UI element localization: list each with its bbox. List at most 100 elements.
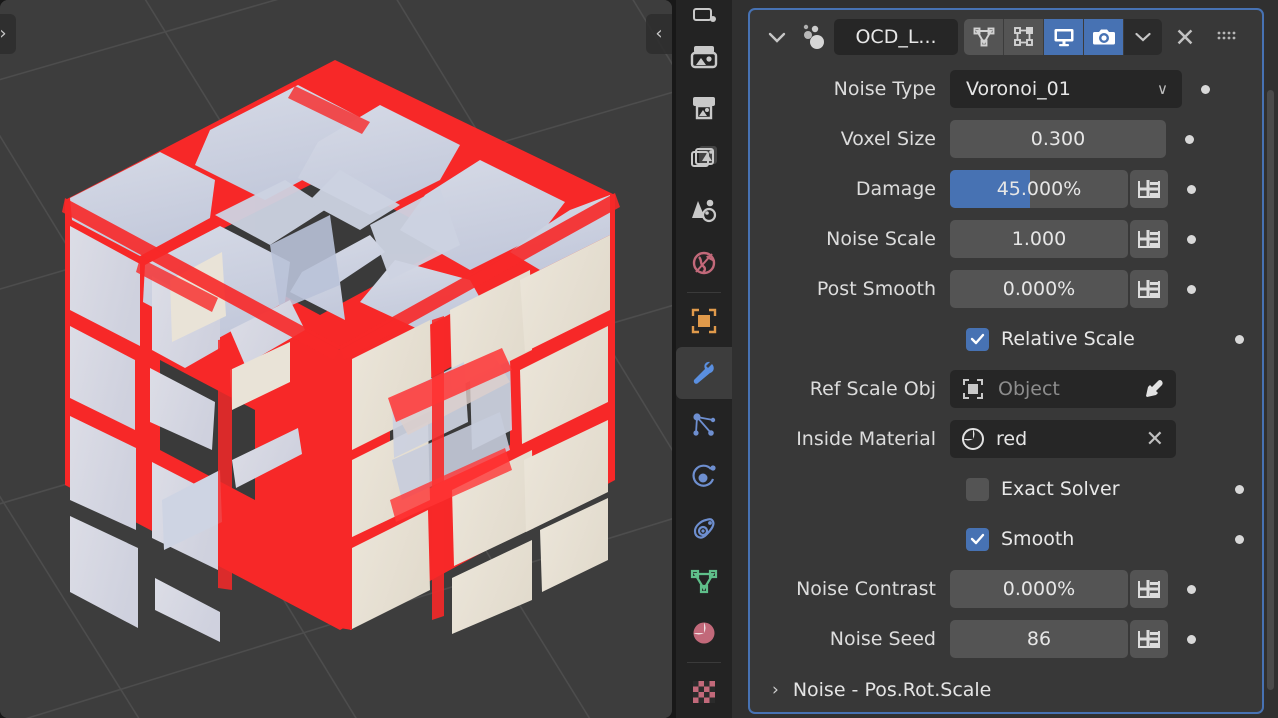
monitor-icon: [1054, 29, 1073, 47]
animate-property-noise-type[interactable]: [1182, 84, 1228, 94]
toggle-edit-mode-display[interactable]: [964, 19, 1004, 55]
relative-scale-label: Relative Scale: [1001, 328, 1135, 350]
noise-contrast-override-icon[interactable]: [1130, 570, 1168, 608]
modifier-panel-header[interactable]: OCD_L... ✕: [750, 10, 1262, 64]
animate-property-voxel-size[interactable]: [1166, 134, 1212, 144]
relative-scale-checkbox[interactable]: [966, 327, 989, 351]
texture-tab[interactable]: [676, 666, 732, 718]
viewport-toolbar-toggle-left[interactable]: ›: [0, 14, 16, 54]
properties-scrollbar[interactable]: [1267, 90, 1274, 690]
damage-override-icon[interactable]: [1130, 170, 1168, 208]
mesh-triangle-icon: [973, 27, 994, 47]
object-tab[interactable]: [676, 296, 732, 348]
noise-seed-override-icon[interactable]: [1130, 620, 1168, 658]
world-tab[interactable]: [676, 237, 732, 289]
tool-icon: [693, 8, 716, 23]
row-post-smooth: Post Smooth 0.000%: [750, 264, 1262, 314]
animate-property-post-smooth[interactable]: [1168, 284, 1214, 294]
animate-property-noise-seed[interactable]: [1168, 634, 1214, 644]
library-override-icon: [1138, 630, 1160, 648]
inside-material-field[interactable]: red ✕: [950, 420, 1176, 458]
inside-material-label: Inside Material: [796, 428, 936, 450]
scene-tab[interactable]: [676, 185, 732, 237]
object-data-tab[interactable]: [676, 555, 732, 607]
animate-property-noise-scale[interactable]: [1168, 234, 1214, 244]
noise-pos-rot-scale-subpanel[interactable]: › Noise - Pos.Rot.Scale: [750, 664, 1262, 712]
noise-type-label: Noise Type: [833, 78, 936, 100]
modifier-tab[interactable]: [676, 347, 732, 400]
check-icon: [970, 333, 985, 345]
chevron-down-icon: [768, 32, 786, 43]
toggle-realtime-display[interactable]: [1044, 19, 1084, 55]
exact-solver-checkbox[interactable]: [966, 477, 989, 501]
noise-scale-input[interactable]: 1.000: [950, 220, 1128, 258]
noise-scale-override-icon[interactable]: [1130, 220, 1168, 258]
animate-property-relative-scale[interactable]: [1216, 334, 1262, 344]
vertex-cage-icon: [1013, 27, 1033, 46]
clear-material-icon[interactable]: ✕: [1146, 427, 1164, 452]
noise-type-value: Voronoi_01: [966, 78, 1071, 100]
modifier-name-field[interactable]: OCD_L...: [834, 19, 958, 55]
properties-editor: OCD_L... ✕ Noise Type Voronoi_01 ∨ Voxel…: [732, 0, 1278, 718]
render-tab[interactable]: [676, 33, 732, 81]
material-sphere-icon: [962, 428, 984, 450]
display-toggle-group[interactable]: [964, 19, 1162, 55]
noise-seed-value: 86: [1026, 628, 1052, 650]
row-damage: Damage 45.000%: [750, 164, 1262, 214]
mesh-data-icon: [690, 570, 718, 594]
images-icon: [691, 145, 717, 167]
chevron-right-icon: ›: [0, 23, 7, 44]
damage-slider[interactable]: 45.000%: [950, 170, 1128, 208]
tool-tab[interactable]: [676, 0, 732, 33]
noise-contrast-value: 0.000%: [1002, 578, 1076, 600]
constraint-icon: [693, 518, 715, 539]
fractured-cube-mesh[interactable]: [40, 30, 640, 670]
library-override-icon: [1138, 180, 1160, 198]
3d-viewport[interactable]: › ‹: [0, 0, 672, 718]
material-sphere-icon: [693, 622, 715, 644]
animate-property-damage[interactable]: [1168, 184, 1214, 194]
noise-contrast-input[interactable]: 0.000%: [950, 570, 1128, 608]
panel-expand-toggle[interactable]: [760, 20, 794, 54]
row-voxel-size: Voxel Size 0.300: [750, 114, 1262, 164]
physics-tab[interactable]: [676, 451, 732, 503]
noise-seed-input[interactable]: 86: [950, 620, 1128, 658]
post-smooth-label: Post Smooth: [816, 278, 936, 300]
particles-tab[interactable]: [676, 399, 732, 451]
remove-modifier-button[interactable]: ✕: [1166, 20, 1204, 54]
toggle-render-display[interactable]: [1084, 19, 1124, 55]
object-square-icon: [691, 309, 717, 334]
ref-scale-obj-placeholder: Object: [998, 378, 1060, 400]
animate-property-smooth[interactable]: [1216, 534, 1262, 544]
constraints-tab[interactable]: [676, 503, 732, 555]
animate-property-exact-solver[interactable]: [1216, 484, 1262, 494]
chevron-down-icon: ∨: [1157, 80, 1168, 98]
noise-type-dropdown[interactable]: Voronoi_01 ∨: [950, 70, 1182, 108]
viewport-sidebar-toggle-right[interactable]: ‹: [646, 14, 672, 54]
camera-back-icon: [690, 45, 718, 68]
row-smooth: Smooth: [750, 514, 1262, 564]
post-smooth-input[interactable]: 0.000%: [950, 270, 1128, 308]
smooth-checkbox[interactable]: [966, 527, 989, 551]
eyedropper-icon[interactable]: [1140, 376, 1166, 407]
ref-scale-obj-label: Ref Scale Obj: [809, 378, 936, 400]
voxel-size-input[interactable]: 0.300: [950, 120, 1166, 158]
voxel-size-label: Voxel Size: [840, 128, 936, 150]
properties-tab-strip[interactable]: [676, 0, 732, 718]
blender-window: › ‹ OCD_L... ✕ Noise Type Voronoi_01 ∨ V…: [0, 0, 1278, 718]
row-ref-scale-obj: Ref Scale Obj Object: [750, 364, 1262, 414]
row-noise-scale: Noise Scale 1.000: [750, 214, 1262, 264]
chevron-left-icon: ‹: [655, 23, 663, 44]
post-smooth-override-icon[interactable]: [1130, 270, 1168, 308]
library-override-icon: [1138, 280, 1160, 298]
ref-scale-obj-field[interactable]: Object: [950, 370, 1176, 408]
modifier-extras-dropdown[interactable]: [1124, 19, 1162, 55]
toggle-cage-display[interactable]: [1004, 19, 1044, 55]
modifier-drag-handle[interactable]: [1210, 20, 1244, 54]
row-inside-material: Inside Material red ✕: [750, 414, 1262, 464]
animate-property-noise-contrast[interactable]: [1168, 584, 1214, 594]
view-layer-tab[interactable]: [676, 133, 732, 185]
material-tab[interactable]: [676, 607, 732, 659]
output-tab[interactable]: [676, 81, 732, 133]
voxel-size-value: 0.300: [1030, 128, 1086, 150]
